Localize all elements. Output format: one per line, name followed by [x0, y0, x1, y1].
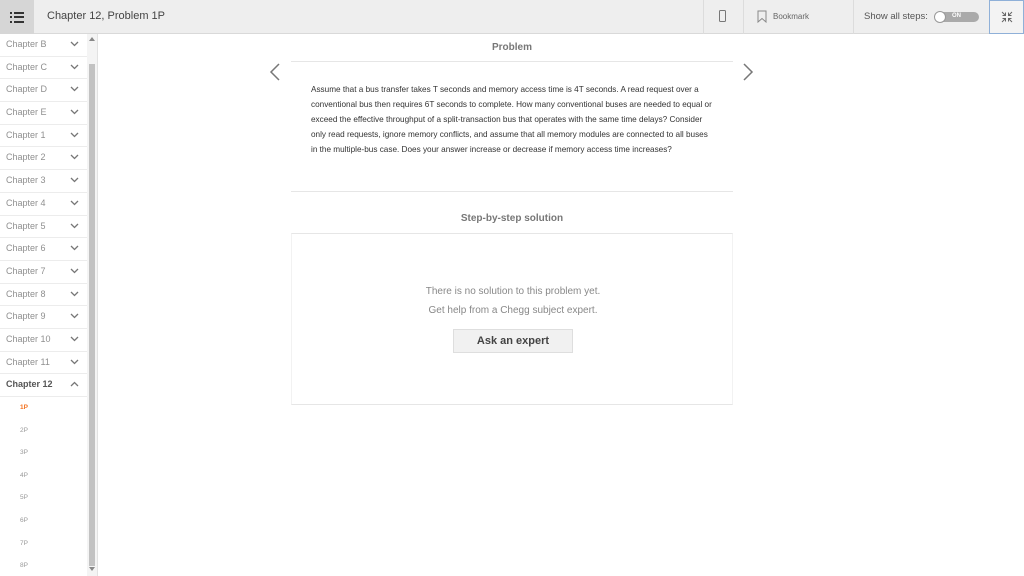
chapter-list: Chapter B Chapter C Chapter D Chapter E Chap…: [0, 34, 97, 397]
chevron-down-icon: [70, 359, 79, 365]
sidebar-problem-item[interactable]: 2P: [0, 420, 87, 443]
chevron-down-icon: [70, 154, 79, 160]
divider: [743, 0, 744, 34]
chapter-label: Chapter D: [6, 84, 48, 95]
sidebar-problem-item[interactable]: 5P: [0, 487, 87, 510]
sidebar-chapter-item[interactable]: Chapter 10: [0, 329, 87, 352]
chapter-sidebar: Chapter B Chapter C Chapter D Chapter E Chap…: [0, 34, 98, 576]
chapter-label: Chapter 3: [6, 175, 46, 186]
expert-help-message: Get help from a Chegg subject expert.: [428, 305, 598, 316]
chevron-down-icon: [70, 291, 79, 296]
scroll-up-arrow-icon[interactable]: [89, 37, 95, 41]
problem-text: Assume that a bus transfer takes T secon…: [311, 85, 712, 154]
sidebar-problem-item[interactable]: 8P: [0, 555, 87, 576]
chapter-label: Chapter 8: [6, 288, 46, 299]
sidebar-problem-item[interactable]: 3P: [0, 442, 87, 465]
ask-an-expert-button[interactable]: Ask an expert: [453, 329, 573, 353]
sidebar-chapter-item[interactable]: Chapter E: [0, 102, 87, 125]
bookmark-icon[interactable]: [757, 10, 767, 23]
sidebar-chapter-item[interactable]: Chapter 12: [0, 374, 87, 397]
collapse-button[interactable]: [989, 0, 1024, 34]
sidebar-problem-item[interactable]: 1P: [0, 397, 87, 420]
chevron-down-icon: [70, 245, 79, 251]
problem-list: 1P 2P 3P 4P 5P 6P 7P 8P: [0, 397, 97, 576]
sidebar-chapter-item[interactable]: Chapter 11: [0, 352, 87, 375]
sidebar-problem-item[interactable]: 7P: [0, 533, 87, 556]
show-all-steps-toggle[interactable]: ON: [934, 11, 979, 23]
sidebar-chapter-item[interactable]: Chapter 7: [0, 261, 87, 284]
scroll-thumb[interactable]: [89, 64, 95, 566]
no-solution-message: There is no solution to this problem yet…: [425, 286, 601, 297]
next-problem-icon[interactable]: [742, 62, 754, 82]
solution-heading: Step-by-step solution: [460, 213, 564, 224]
sidebar-chapter-item[interactable]: Chapter 8: [0, 284, 87, 307]
chapter-label: Chapter 2: [6, 152, 46, 163]
sidebar-problem-item[interactable]: 4P: [0, 465, 87, 488]
sidebar-scrollbar[interactable]: [87, 34, 97, 576]
chapter-label: Chapter 7: [6, 265, 46, 276]
chapter-label: Chapter 11: [6, 356, 50, 367]
chapter-label: Chapter 12: [6, 379, 53, 390]
chevron-down-icon: [70, 313, 79, 319]
chevron-down-icon: [70, 132, 79, 138]
chevron-down-icon: [70, 177, 79, 183]
page-title: Chapter 12, Problem 1P: [47, 10, 166, 22]
chevron-down-icon: [70, 64, 79, 70]
sidebar-chapter-item[interactable]: Chapter 3: [0, 170, 87, 193]
sidebar-chapter-item[interactable]: Chapter C: [0, 57, 87, 80]
chevron-down-icon: [70, 86, 79, 92]
chevron-down-icon: [70, 41, 79, 47]
chapter-label: Chapter E: [6, 107, 47, 118]
chapter-label: Chapter 4: [6, 197, 46, 208]
toggle-state-label: ON: [952, 13, 961, 19]
chapter-label: Chapter 5: [6, 220, 46, 231]
sidebar-chapter-item[interactable]: Chapter 4: [0, 193, 87, 216]
sidebar-chapter-item[interactable]: Chapter 6: [0, 238, 87, 261]
show-all-steps-label: Show all steps:: [864, 11, 928, 22]
chevron-up-icon: [70, 381, 79, 387]
chevron-down-icon: [70, 336, 79, 342]
sidebar-chapter-item[interactable]: Chapter B: [0, 34, 87, 57]
collapse-icon: [1001, 11, 1012, 23]
sidebar-problem-item[interactable]: 6P: [0, 510, 87, 533]
chapter-label: Chapter 1: [6, 129, 46, 140]
sidebar-chapter-item[interactable]: Chapter 2: [0, 147, 87, 171]
sidebar-chapter-item[interactable]: Chapter D: [0, 79, 87, 103]
top-bar: Chapter 12, Problem 1P Bookmark Show all…: [0, 0, 1024, 34]
divider: [853, 0, 854, 34]
sidebar-chapter-item[interactable]: Chapter 5: [0, 216, 87, 239]
chapter-label: Chapter C: [6, 61, 48, 72]
chapter-label: Chapter 6: [6, 243, 46, 254]
bookmark-button[interactable]: Bookmark: [773, 12, 809, 21]
chapter-label: Chapter B: [6, 39, 47, 49]
scroll-down-arrow-icon[interactable]: [89, 567, 95, 571]
mobile-view-icon[interactable]: [719, 10, 726, 22]
chapter-label: Chapter 9: [6, 311, 46, 322]
previous-problem-icon[interactable]: [269, 62, 281, 82]
main-content: Problem Assume that a bus transfer takes…: [99, 34, 1024, 576]
sidebar-chapter-item[interactable]: Chapter 9: [0, 306, 87, 329]
problem-heading: Problem: [491, 42, 532, 53]
problem-box: Assume that a bus transfer takes T secon…: [291, 61, 733, 192]
chevron-down-icon: [70, 200, 79, 206]
menu-icon[interactable]: [0, 0, 34, 34]
chapter-label: Chapter 10: [6, 333, 51, 344]
toggle-knob: [934, 11, 946, 23]
chevron-down-icon: [70, 223, 79, 228]
divider: [703, 0, 704, 34]
chevron-down-icon: [70, 109, 79, 115]
chevron-down-icon: [70, 268, 79, 274]
sidebar-chapter-item[interactable]: Chapter 1: [0, 125, 87, 148]
solution-box: There is no solution to this problem yet…: [291, 233, 733, 405]
